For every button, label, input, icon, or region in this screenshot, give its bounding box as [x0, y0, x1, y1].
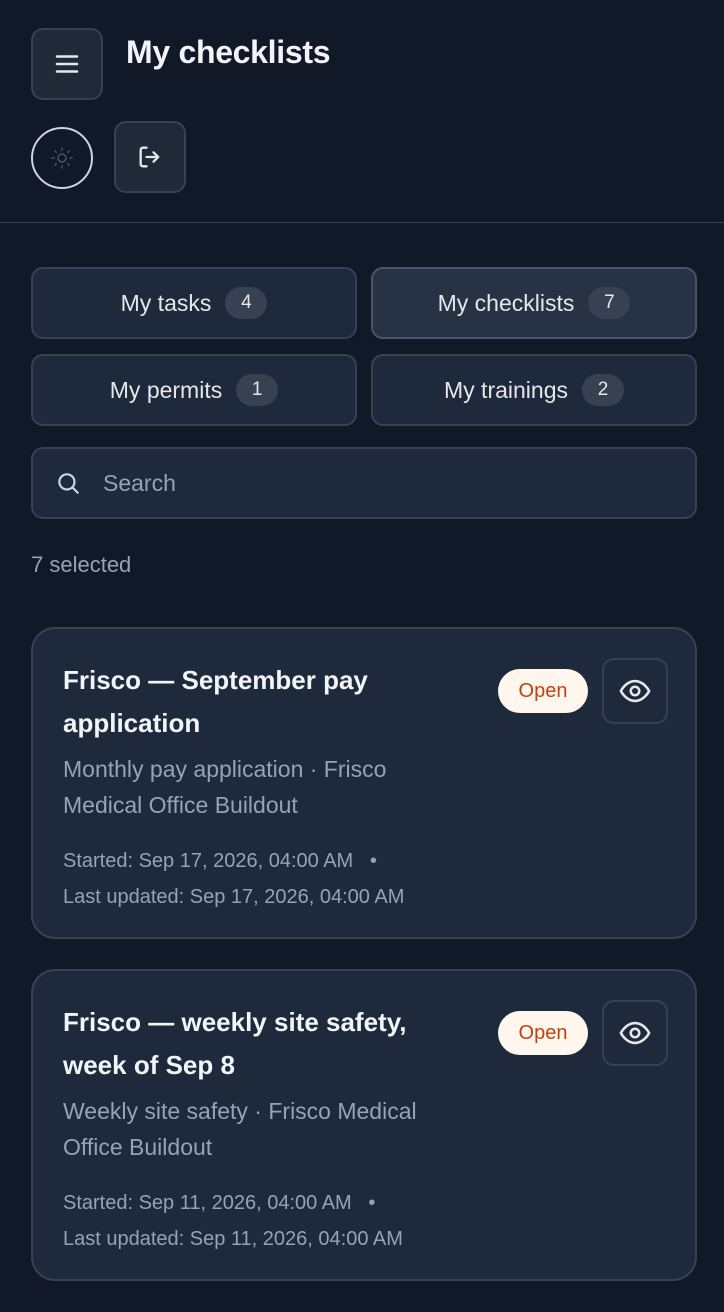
meta-separator: • [368, 1192, 376, 1214]
sun-icon [51, 147, 73, 169]
checklist-card[interactable]: Frisco — weekly site safety, week of Sep… [31, 969, 697, 1281]
tab-my-trainings[interactable]: My trainings 2 [371, 354, 697, 426]
card-subtitle: Weekly site safety · Frisco Medical Offi… [63, 1098, 417, 1160]
search-icon [55, 470, 81, 496]
selected-count: 7 selected [31, 552, 132, 577]
view-button[interactable] [602, 1000, 668, 1066]
menu-button[interactable] [31, 28, 103, 100]
view-button[interactable] [602, 658, 668, 724]
theme-toggle-button[interactable] [31, 127, 93, 189]
tab-my-permits[interactable]: My permits 1 [31, 354, 357, 426]
card-title: Frisco — September pay application [63, 665, 368, 738]
status-badge: Open [498, 669, 588, 713]
tab-label: My checklists [437, 289, 575, 316]
last-updated-date: Last updated: Sep 17, 2026, 04:00 AM [63, 886, 405, 908]
app-header: My checklists [0, 0, 724, 223]
card-subtitle: Monthly pay application · Frisco Medical… [63, 756, 387, 818]
hamburger-menu-icon [55, 55, 79, 73]
tab-label: My permits [109, 376, 223, 403]
card-title: Frisco — weekly site safety, week of Sep… [63, 1007, 407, 1080]
eye-icon [619, 679, 651, 703]
started-date: Started: Sep 17, 2026, 04:00 AM [63, 850, 354, 872]
count-badge: 4 [225, 287, 268, 319]
count-badge: 1 [236, 374, 279, 406]
tab-label: My trainings [444, 376, 568, 403]
tab-my-tasks[interactable]: My tasks 4 [31, 267, 357, 339]
eye-icon [619, 1021, 651, 1045]
checklist-card[interactable]: Frisco — September pay application Month… [31, 627, 697, 939]
logout-button[interactable] [114, 121, 186, 193]
started-date: Started: Sep 11, 2026, 04:00 AM [63, 1192, 352, 1214]
tab-my-checklists[interactable]: My checklists 7 [371, 267, 697, 339]
page-title: My checklists [126, 34, 331, 70]
last-updated-date: Last updated: Sep 11, 2026, 04:00 AM [63, 1228, 403, 1250]
tab-label: My tasks [120, 289, 212, 316]
meta-separator: • [369, 850, 377, 872]
card-meta: Started: Sep 17, 2026, 04:00 AM • Last u… [63, 843, 483, 915]
status-badge: Open [498, 1011, 588, 1055]
search-box [31, 447, 697, 519]
logout-icon [139, 146, 160, 168]
search-input[interactable] [101, 468, 665, 498]
card-meta: Started: Sep 11, 2026, 04:00 AM • Last u… [63, 1185, 483, 1257]
count-badge: 7 [588, 287, 631, 319]
count-badge: 2 [581, 374, 624, 406]
